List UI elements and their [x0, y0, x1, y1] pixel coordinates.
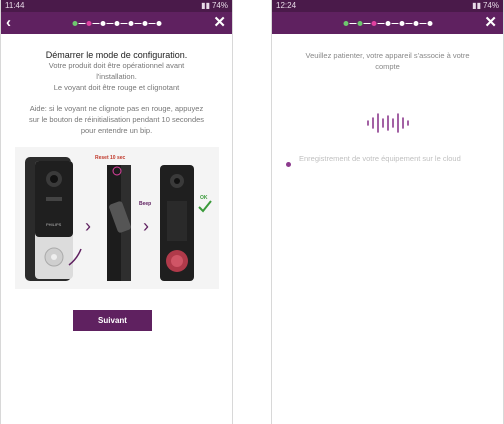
step-progress — [343, 21, 432, 26]
audio-wave-icon — [367, 113, 409, 133]
reset-instructions-diagram: PHILIPS › Reset 10 sec › Beep OK — [15, 147, 219, 289]
check-icon — [198, 200, 212, 213]
status-bar: 12:24 ▮▮ 74% — [272, 0, 503, 12]
close-icon[interactable]: ✕ — [213, 14, 226, 32]
nav-bar: ✕ — [272, 12, 503, 34]
registration-status: Enregistrement de votre équipement sur l… — [286, 153, 479, 167]
step-dot-active — [86, 21, 91, 26]
step-dot-done — [343, 21, 348, 26]
step-dot-active — [371, 21, 376, 26]
svg-text:Beep: Beep — [139, 201, 151, 207]
close-icon[interactable]: ✕ — [484, 14, 497, 32]
description-line-2: l'installation. — [96, 72, 137, 81]
status-time: 11:44 — [5, 1, 25, 10]
step-dot — [114, 21, 119, 26]
svg-text:Reset 10 sec: Reset 10 sec — [95, 155, 126, 161]
next-button[interactable]: Suivant — [73, 310, 152, 331]
help-line-1: Aide: si le voyant ne clignote pas en ro… — [29, 104, 204, 113]
battery-level: 74% — [211, 1, 228, 10]
step-dot — [399, 21, 404, 26]
step-dot — [142, 21, 147, 26]
registration-text: Enregistrement de votre équipement sur l… — [299, 154, 461, 163]
step-dot-done — [72, 21, 77, 26]
pairing-screen: 12:24 ▮▮ 74% ✕ Veuillez patienter, votre… — [271, 0, 504, 424]
svg-text:PHILIPS: PHILIPS — [46, 222, 62, 227]
back-arrow-icon[interactable]: ‹ — [6, 14, 11, 32]
step-dot — [413, 21, 418, 26]
signal-icon: ▮▮ — [472, 1, 481, 10]
step-dot-done — [357, 21, 362, 26]
wait-message-line-2: compte — [375, 62, 400, 71]
step-dot — [128, 21, 133, 26]
battery-level: 74% — [482, 1, 499, 10]
status-time: 12:24 — [276, 1, 297, 10]
help-line-3: pour entendre un bip. — [80, 126, 153, 135]
step-dot — [427, 21, 432, 26]
step-dot — [385, 21, 390, 26]
doorbell-side-illustration: Reset 10 sec — [95, 155, 131, 281]
step-dot — [100, 21, 105, 26]
status-bar: 11:44 ▮▮ 74% — [1, 0, 232, 12]
arrow-right-icon: › — [143, 216, 149, 236]
doorbell-led-illustration — [160, 165, 194, 281]
doorbell-front-illustration: PHILIPS — [25, 157, 82, 281]
arrow-right-icon: › — [85, 216, 91, 236]
progress-bullet-icon — [286, 162, 291, 167]
page-title: Démarrer le mode de configuration. — [45, 50, 188, 60]
step-dot — [156, 21, 161, 26]
description-line-1: Votre produit doit être opérationnel ava… — [48, 61, 185, 70]
help-line-2: sur le bouton de réinitialisation pendan… — [28, 115, 205, 124]
description-line-3: Le voyant doit être rouge et clignotant — [53, 83, 180, 92]
nav-bar: ‹ ✕ — [1, 12, 232, 34]
setup-screen: 11:44 ▮▮ 74% ‹ ✕ Démarrer le mode de con… — [0, 0, 233, 424]
svg-text:OK: OK — [200, 195, 208, 201]
wait-message-line-1: Veuillez patienter, votre appareil s'ass… — [305, 51, 470, 60]
signal-icon: ▮▮ — [201, 1, 210, 10]
step-progress — [72, 21, 161, 26]
